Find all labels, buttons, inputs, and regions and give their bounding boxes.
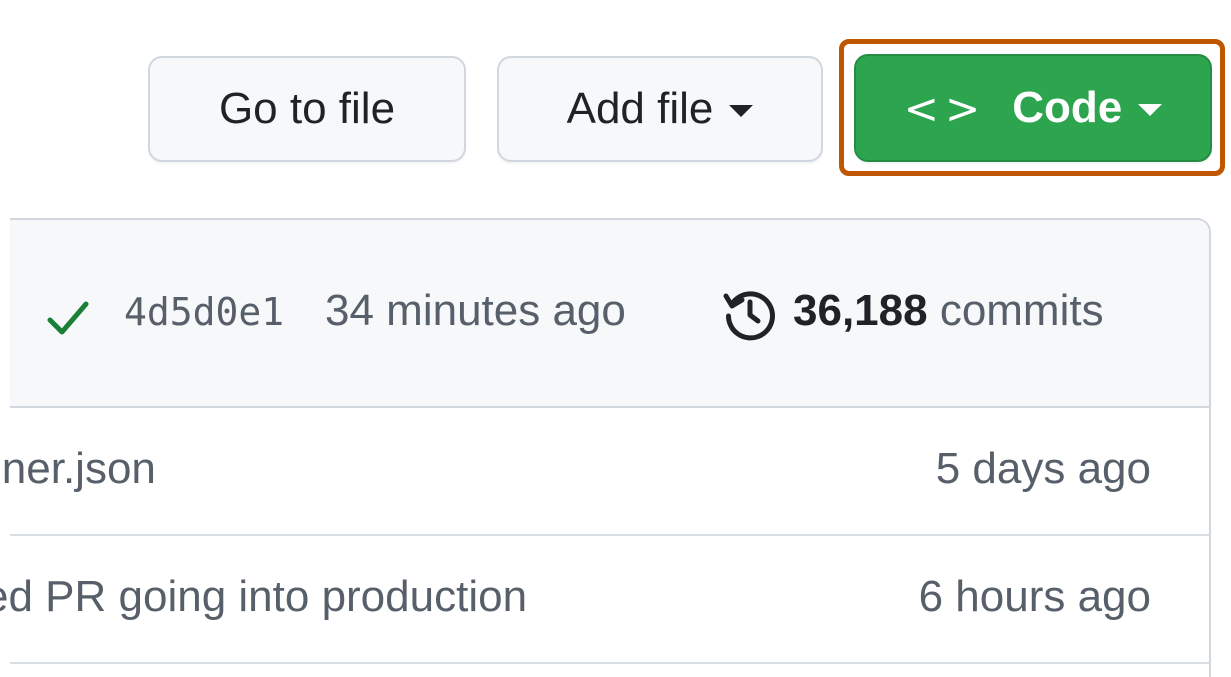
file-list-panel: 4d5d0e1 34 minutes ago 36,188 commits in… <box>0 218 1211 677</box>
chevron-down-icon <box>1138 104 1163 116</box>
commit-count-suffix: commits <box>939 286 1104 335</box>
commit-count-link[interactable]: 36,188 commits <box>793 286 1104 336</box>
add-file-button[interactable]: Add file <box>497 56 823 162</box>
repo-code-view: Go to file Add file <> Code 4d5d0e1 34 m… <box>0 0 1231 677</box>
add-file-label: Add file <box>566 84 714 133</box>
commit-time: 34 minutes ago <box>325 286 626 335</box>
latest-commit-bar: 4d5d0e1 34 minutes ago 36,188 commits <box>10 220 1209 408</box>
row-time: 5 days ago <box>935 444 1151 493</box>
commit-sha-link[interactable]: 4d5d0e1 <box>124 290 284 334</box>
code-label: Code <box>1012 83 1123 132</box>
code-button[interactable]: <> Code <box>854 54 1212 162</box>
file-row[interactable]: iner.json 5 days ago <box>0 408 1209 536</box>
go-to-file-label: Go to file <box>218 84 396 133</box>
file-name[interactable]: iner.json <box>0 444 156 494</box>
go-to-file-button[interactable]: Go to file <box>148 56 466 162</box>
check-icon[interactable] <box>46 298 90 338</box>
history-icon[interactable] <box>722 286 778 342</box>
chevron-down-icon <box>729 105 754 117</box>
file-row[interactable]: ed PR going into production 6 hours ago <box>0 536 1209 664</box>
code-icon: <> <box>903 83 987 133</box>
row-time: 6 hours ago <box>918 572 1151 621</box>
commit-message-link[interactable]: ed PR going into production <box>0 572 527 622</box>
commit-count: 36,188 <box>793 286 928 335</box>
